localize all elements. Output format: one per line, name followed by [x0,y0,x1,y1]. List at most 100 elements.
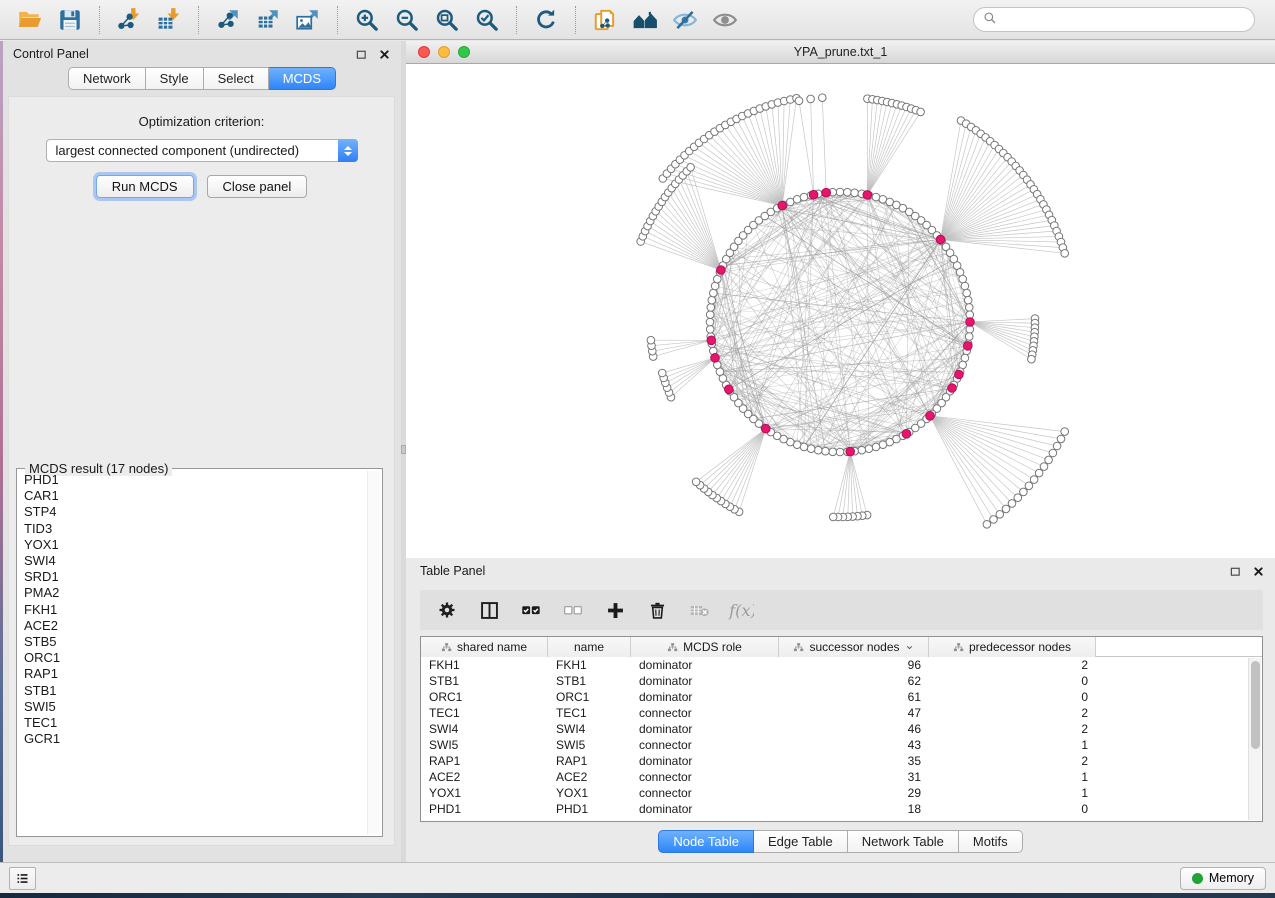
duplicate-network-button[interactable] [585,3,625,37]
add-column-button[interactable] [598,594,632,626]
first-neighbors-button[interactable] [625,3,665,37]
export-network-icon [215,7,241,33]
close-panel-button[interactable] [377,47,391,61]
search-input[interactable] [1002,13,1245,27]
memory-button[interactable]: Memory [1180,867,1266,890]
table-cell: 31 [779,769,929,785]
table-cell: FKH1 [548,657,631,673]
zoom-fit-button[interactable] [427,3,467,37]
mcds-result-item: PMA2 [19,585,365,601]
column-header-shared-name[interactable]: shared name [421,637,548,657]
tab-network[interactable]: Network [68,67,146,90]
table-row[interactable]: STB1STB1dominator620 [421,673,1262,689]
export-image-icon [295,7,321,33]
show-all-button[interactable] [705,3,745,37]
gear-icon [437,600,457,620]
table-cell: 1 [929,737,1096,753]
table-cell: connector [631,705,779,721]
table-row[interactable]: YOX1YOX1connector291 [421,785,1262,801]
control-panel-tabs: NetworkStyleSelectMCDS [3,67,401,90]
column-header-MCDS-role[interactable]: MCDS role [631,637,779,657]
tab-network-table[interactable]: Network Table [848,830,959,853]
clear-checks-button[interactable] [556,594,590,626]
export-table-button[interactable] [248,3,288,37]
sitemap-icon [441,642,452,653]
table-cell: 35 [779,753,929,769]
task-history-button[interactable] [9,867,36,890]
tab-select[interactable]: Select [204,67,269,90]
sitemap-icon [953,642,964,653]
table-vertical-scrollbar[interactable] [1248,658,1261,820]
split-columns-button[interactable] [472,594,506,626]
table-cell: RAP1 [548,753,631,769]
table-cell: YOX1 [548,785,631,801]
column-header-successor-nodes[interactable]: successor nodes [779,637,929,657]
node-table: shared name name MCDS role successor nodes p… [420,636,1263,822]
network-window-title: YPA_prune.txt_1 [406,45,1275,59]
tab-node-table[interactable]: Node Table [658,830,754,853]
tab-style[interactable]: Style [146,67,204,90]
sitemap-icon [667,642,678,653]
table-cell: dominator [631,753,779,769]
select-all-checks-button[interactable] [514,594,548,626]
table-row[interactable]: FKH1FKH1dominator962 [421,657,1262,673]
import-network-button[interactable] [109,3,149,37]
network-canvas[interactable] [406,64,1275,558]
desktop-wallpaper-bottom-edge [0,893,1275,898]
open-file-button[interactable] [10,3,50,37]
column-header-label: successor nodes [809,640,899,654]
first-neighbors-icon [632,7,658,33]
table-cell: dominator [631,673,779,689]
table-panel: Table Panel f(x) shared namenameMCDS rol… [406,558,1275,862]
split-columns-icon [479,600,500,621]
zoom-in-button[interactable] [347,3,387,37]
refresh-button[interactable] [526,3,566,37]
table-row[interactable]: TEC1TEC1connector472 [421,705,1262,721]
delete-table-icon [689,600,710,621]
zoom-out-button[interactable] [387,3,427,37]
delete-column-button[interactable] [640,594,674,626]
column-header-label: name [574,640,604,654]
tab-mcds[interactable]: MCDS [269,67,336,90]
import-network-icon [116,7,142,33]
tab-edge-table[interactable]: Edge Table [754,830,848,853]
export-network-button[interactable] [208,3,248,37]
column-header-name[interactable]: name [548,637,631,657]
close-panel-action-button[interactable]: Close panel [207,175,308,198]
select-all-checks-icon [521,600,541,620]
network-graph[interactable] [406,64,1275,558]
table-cell: 43 [779,737,929,753]
save-session-icon [57,7,83,33]
mcds-result-scrollbar[interactable] [367,471,380,834]
tab-motifs[interactable]: Motifs [959,830,1023,853]
scrollbar-thumb[interactable] [1251,661,1260,749]
save-session-button[interactable] [50,3,90,37]
table-row[interactable]: ACE2ACE2connector311 [421,769,1262,785]
import-table-button[interactable] [149,3,189,37]
float-table-panel-button[interactable] [1228,564,1242,578]
table-row[interactable]: PHD1PHD1dominator180 [421,801,1262,817]
zoom-selected-icon [474,7,500,33]
gear-button[interactable] [430,594,464,626]
search-box[interactable] [973,7,1255,32]
column-header-label: MCDS role [683,640,742,654]
run-mcds-button[interactable]: Run MCDS [96,175,194,198]
toolbar-separator [198,6,199,34]
table-row[interactable]: ORC1ORC1dominator610 [421,689,1262,705]
table-cell: ORC1 [421,689,548,705]
table-row[interactable]: SWI5SWI5connector431 [421,737,1262,753]
hide-selected-button[interactable] [665,3,705,37]
float-panel-button[interactable] [354,47,368,61]
column-header-predecessor-nodes[interactable]: predecessor nodes [929,637,1096,657]
hide-selected-icon [672,7,698,33]
mcds-result-item: FKH1 [19,602,365,618]
criterion-select[interactable]: largest connected component (undirected) [46,139,358,162]
export-image-button[interactable] [288,3,328,37]
import-table-icon [156,7,182,33]
table-row[interactable]: SWI4SWI4dominator462 [421,721,1262,737]
zoom-selected-button[interactable] [467,3,507,37]
table-row[interactable]: RAP1RAP1dominator352 [421,753,1262,769]
table-cell: SWI5 [421,737,548,753]
close-table-panel-button[interactable] [1251,564,1265,578]
table-cell: dominator [631,657,779,673]
